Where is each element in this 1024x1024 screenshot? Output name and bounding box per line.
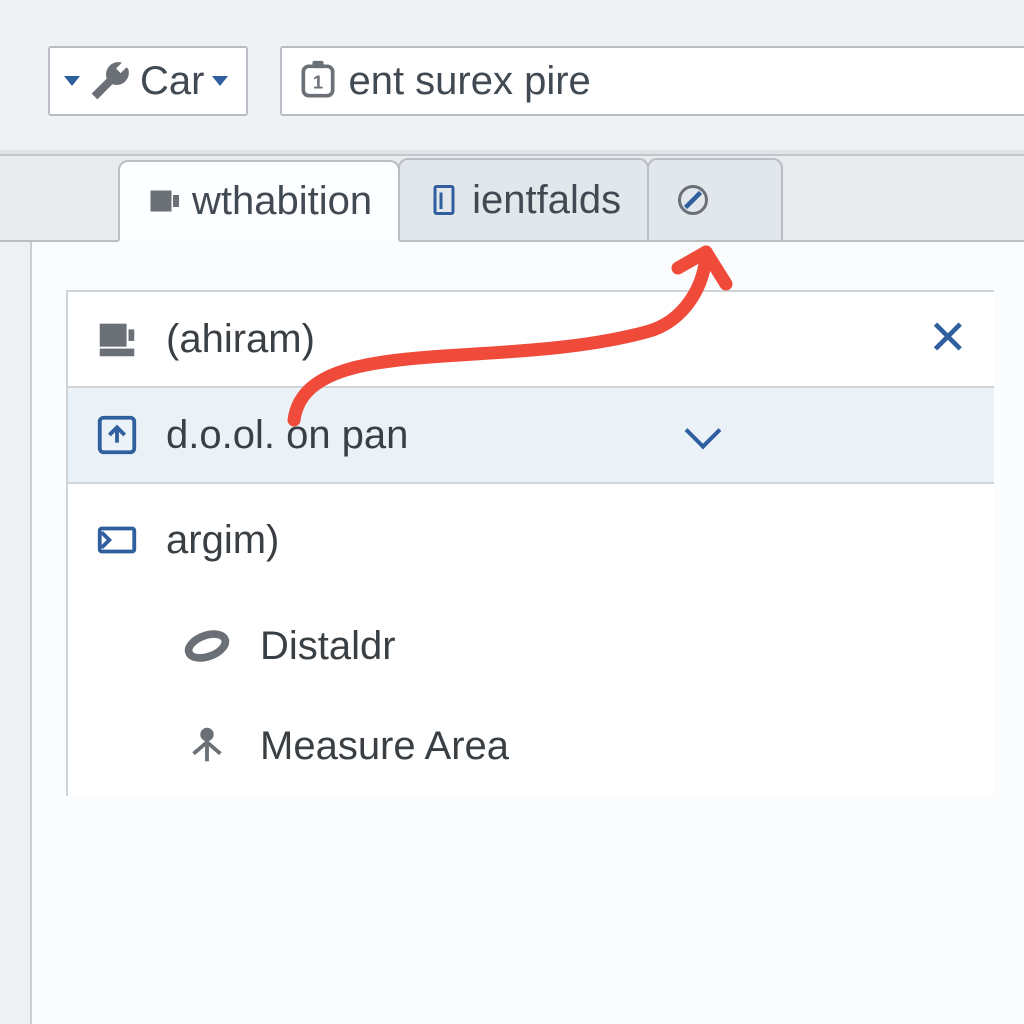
search-value: (ahiram) bbox=[166, 317, 315, 362]
panel-list: (ahiram) ✕ d.o.ol. on pan argi bbox=[66, 290, 994, 796]
dropdown-value: d.o.ol. on pan bbox=[166, 413, 408, 458]
tools-dropdown-label: Car bbox=[140, 59, 204, 104]
status-box[interactable]: 1 ent surex pire bbox=[280, 46, 1024, 116]
list-item[interactable]: Distaldr bbox=[68, 596, 994, 696]
tab-third[interactable] bbox=[647, 158, 783, 240]
left-gutter bbox=[0, 242, 32, 1024]
list-item-label: Measure Area bbox=[260, 724, 509, 769]
panel-icon bbox=[146, 183, 182, 219]
caret-down-icon bbox=[64, 76, 80, 86]
tab-ientfalds[interactable]: ientfalds bbox=[398, 158, 649, 240]
dropdown-row[interactable]: d.o.ol. on pan bbox=[68, 388, 994, 484]
document-icon bbox=[426, 182, 462, 218]
tab-wthabition[interactable]: wthabition bbox=[118, 160, 400, 242]
main-panel: (ahiram) ✕ d.o.ol. on pan argi bbox=[32, 242, 1024, 1024]
circle-slash-icon bbox=[675, 182, 711, 218]
search-row[interactable]: (ahiram) ✕ bbox=[68, 292, 994, 388]
clock-badge-icon: 1 bbox=[296, 59, 340, 103]
ring-icon bbox=[184, 623, 230, 669]
tools-dropdown[interactable]: Car bbox=[48, 46, 248, 116]
group-label: argim) bbox=[166, 518, 279, 563]
measure-icon bbox=[184, 723, 230, 769]
caret-down-icon bbox=[212, 76, 228, 86]
list-item-label: Distaldr bbox=[260, 624, 396, 669]
chevron-down-icon bbox=[685, 413, 722, 450]
tab-strip: wthabition ientfalds bbox=[0, 156, 1024, 242]
group-row[interactable]: argim) bbox=[68, 484, 994, 596]
toolbar: Car 1 ent surex pire bbox=[48, 46, 1024, 120]
upload-box-icon bbox=[94, 412, 140, 458]
close-icon[interactable]: ✕ bbox=[928, 315, 968, 363]
status-label: ent surex pire bbox=[348, 59, 590, 104]
svg-text:1: 1 bbox=[313, 71, 323, 92]
tab-label: ientfalds bbox=[472, 178, 621, 223]
wrench-icon bbox=[88, 59, 132, 103]
tag-icon bbox=[94, 517, 140, 563]
list-item[interactable]: Measure Area bbox=[68, 696, 994, 796]
tab-label: wthabition bbox=[192, 179, 372, 224]
device-icon bbox=[94, 316, 140, 362]
